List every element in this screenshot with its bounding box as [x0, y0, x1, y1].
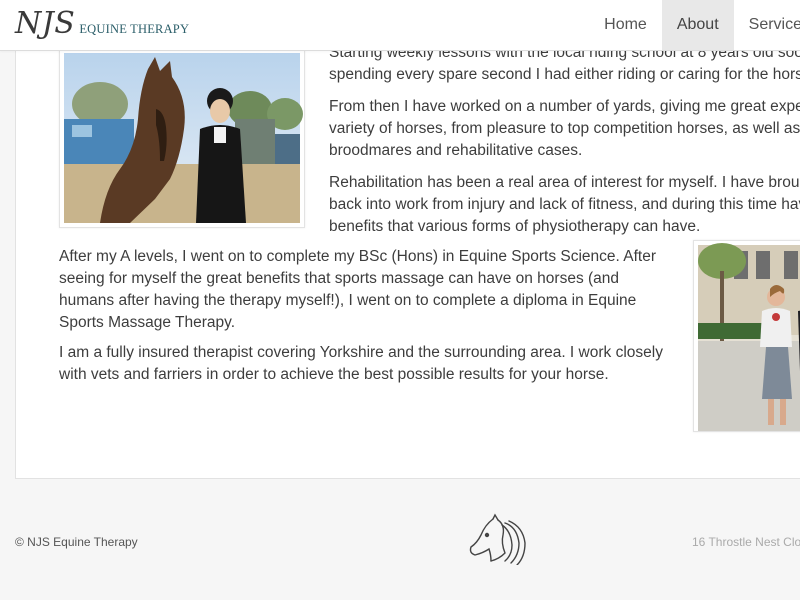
horse-head-icon	[465, 513, 529, 570]
photo-graduation	[693, 240, 800, 432]
main-nav: Home About Services	[589, 0, 800, 50]
nav-about[interactable]: About	[661, 0, 734, 50]
paragraph-yards-3: broodmares and rehabilitative cases.	[329, 142, 583, 159]
logo-mark: NJS	[15, 6, 76, 41]
site-logo[interactable]: NJS EQUINE THERAPY	[15, 6, 189, 42]
paragraph-rehab-2: back into work from injury and lack of f…	[329, 196, 800, 213]
paragraph-rehab-1: Rehabilitation has been a real area of i…	[329, 174, 800, 191]
paragraph-yards-1: From then I have worked on a number of y…	[329, 98, 800, 115]
nav-services[interactable]: Services	[734, 0, 800, 50]
site-header: NJS EQUINE THERAPY Home About Services	[0, 0, 800, 51]
paragraph-education: After my A levels, I went on to complete…	[59, 248, 657, 331]
footer-copyright: © NJS Equine Therapy	[15, 535, 138, 549]
paragraph-rehab-3: benefits that various forms of physiothe…	[329, 218, 701, 235]
logo-text: EQUINE THERAPY	[79, 22, 190, 36]
photo-rider-with-horse	[59, 48, 305, 228]
rider-with-horse-image	[64, 53, 303, 223]
nav-home[interactable]: Home	[589, 0, 662, 50]
about-content: Starting weekly lessons with the local r…	[15, 0, 800, 479]
paragraph-yards-2: variety of horses, from pleasure to top …	[329, 120, 800, 137]
paragraph-early-riding-2: spending every spare second I had either…	[329, 66, 800, 83]
graduation-image	[698, 243, 800, 431]
footer-address: 16 Throstle Nest Clos	[692, 535, 800, 549]
paragraph-insurance: I am a fully insured therapist covering …	[59, 344, 663, 383]
